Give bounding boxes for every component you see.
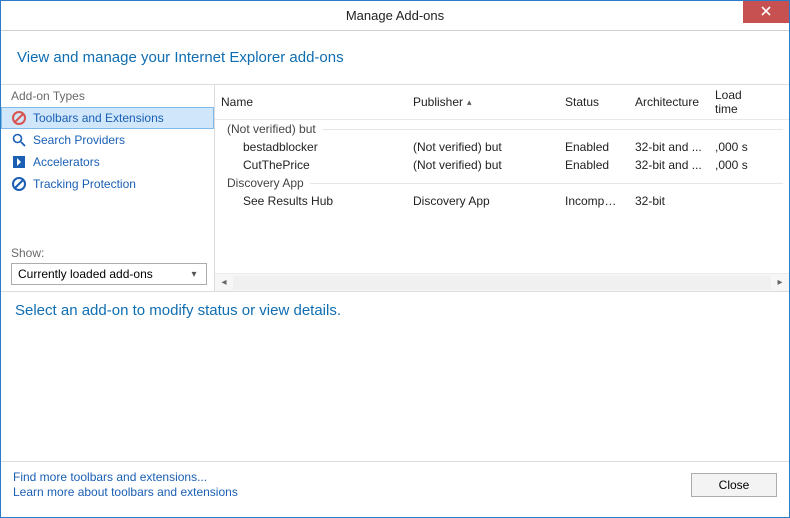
body: Add-on Types Toolbars and Extensions Sea… [1,85,789,291]
footer: Find more toolbars and extensions... Lea… [1,461,789,507]
sidebar-item-toolbars-extensions[interactable]: Toolbars and Extensions [1,107,214,129]
table-row[interactable]: bestadblocker (Not verified) but Enabled… [215,138,789,156]
accelerators-icon [11,154,27,170]
cell-name: See Results Hub [215,192,407,210]
show-block: Show: Currently loaded add-ons ▾ [1,246,214,291]
tracking-protection-icon [11,176,27,192]
col-load-time[interactable]: Load time [709,85,771,119]
dropdown-value: Currently loaded add-ons [18,267,153,281]
cell-status: Enabled [559,138,629,156]
learn-more-link[interactable]: Learn more about toolbars and extensions [13,485,238,499]
col-publisher[interactable]: Publisher▴ [407,85,559,119]
cell-arch: 32-bit [629,192,709,210]
window-title: Manage Add-ons [1,8,789,23]
table-row[interactable]: CutThePrice (Not verified) but Enabled 3… [215,156,789,174]
scroll-track[interactable] [233,276,771,290]
detail-panel [1,329,789,461]
group-divider [310,183,783,184]
cell-load: ,000 s [709,156,771,174]
group-label: (Not verified) but [227,122,316,136]
titlebar: Manage Add-ons [1,1,789,31]
cell-name: bestadblocker [215,138,407,156]
find-more-link[interactable]: Find more toolbars and extensions... [13,470,238,484]
cell-status: Enabled [559,156,629,174]
cell-arch: 32-bit and ... [629,156,709,174]
sidebar-item-label: Toolbars and Extensions [33,111,164,125]
scroll-right-icon[interactable]: ▸ [771,277,789,288]
cell-publisher: (Not verified) but [407,156,559,174]
group-header[interactable]: (Not verified) but [215,120,789,138]
search-icon [11,132,27,148]
scroll-left-icon[interactable]: ◂ [215,277,233,288]
sidebar-item-label: Search Providers [33,133,125,147]
chevron-down-icon: ▾ [186,269,202,280]
show-dropdown[interactable]: Currently loaded add-ons ▾ [11,263,207,285]
header-text: View and manage your Internet Explorer a… [17,49,789,66]
cell-status: Incompatible [559,192,629,210]
main-panel: Name Publisher▴ Status Architecture Load… [215,85,789,291]
cell-load [709,192,771,210]
group-divider [322,129,783,130]
toolbars-icon [11,110,27,126]
close-icon [761,5,771,19]
close-window-button[interactable] [743,1,789,23]
sidebar-item-search-providers[interactable]: Search Providers [1,129,214,151]
addon-types-label: Add-on Types [1,87,214,107]
header: View and manage your Internet Explorer a… [1,31,789,84]
close-button[interactable]: Close [691,473,777,497]
sidebar: Add-on Types Toolbars and Extensions Sea… [1,85,215,291]
col-name[interactable]: Name [215,85,407,119]
cell-name: CutThePrice [215,156,407,174]
col-architecture[interactable]: Architecture [629,85,709,119]
sidebar-item-label: Tracking Protection [33,177,136,191]
sidebar-item-accelerators[interactable]: Accelerators [1,151,214,173]
cell-load: ,000 s [709,138,771,156]
show-label: Show: [11,246,206,263]
horizontal-scrollbar[interactable]: ◂ ▸ [215,273,789,291]
manage-addons-window: Manage Add-ons View and manage your Inte… [0,0,790,518]
cell-publisher: (Not verified) but [407,138,559,156]
cell-publisher: Discovery App [407,192,559,210]
sort-asc-icon: ▴ [467,97,472,108]
detail-prompt: Select an add-on to modify status or vie… [1,291,789,329]
group-label: Discovery App [227,176,304,190]
col-status[interactable]: Status [559,85,629,119]
sidebar-item-label: Accelerators [33,155,100,169]
table-row[interactable]: See Results Hub Discovery App Incompatib… [215,192,789,210]
sidebar-item-tracking-protection[interactable]: Tracking Protection [1,173,214,195]
column-headers: Name Publisher▴ Status Architecture Load… [215,85,789,120]
cell-arch: 32-bit and ... [629,138,709,156]
group-header[interactable]: Discovery App [215,174,789,192]
